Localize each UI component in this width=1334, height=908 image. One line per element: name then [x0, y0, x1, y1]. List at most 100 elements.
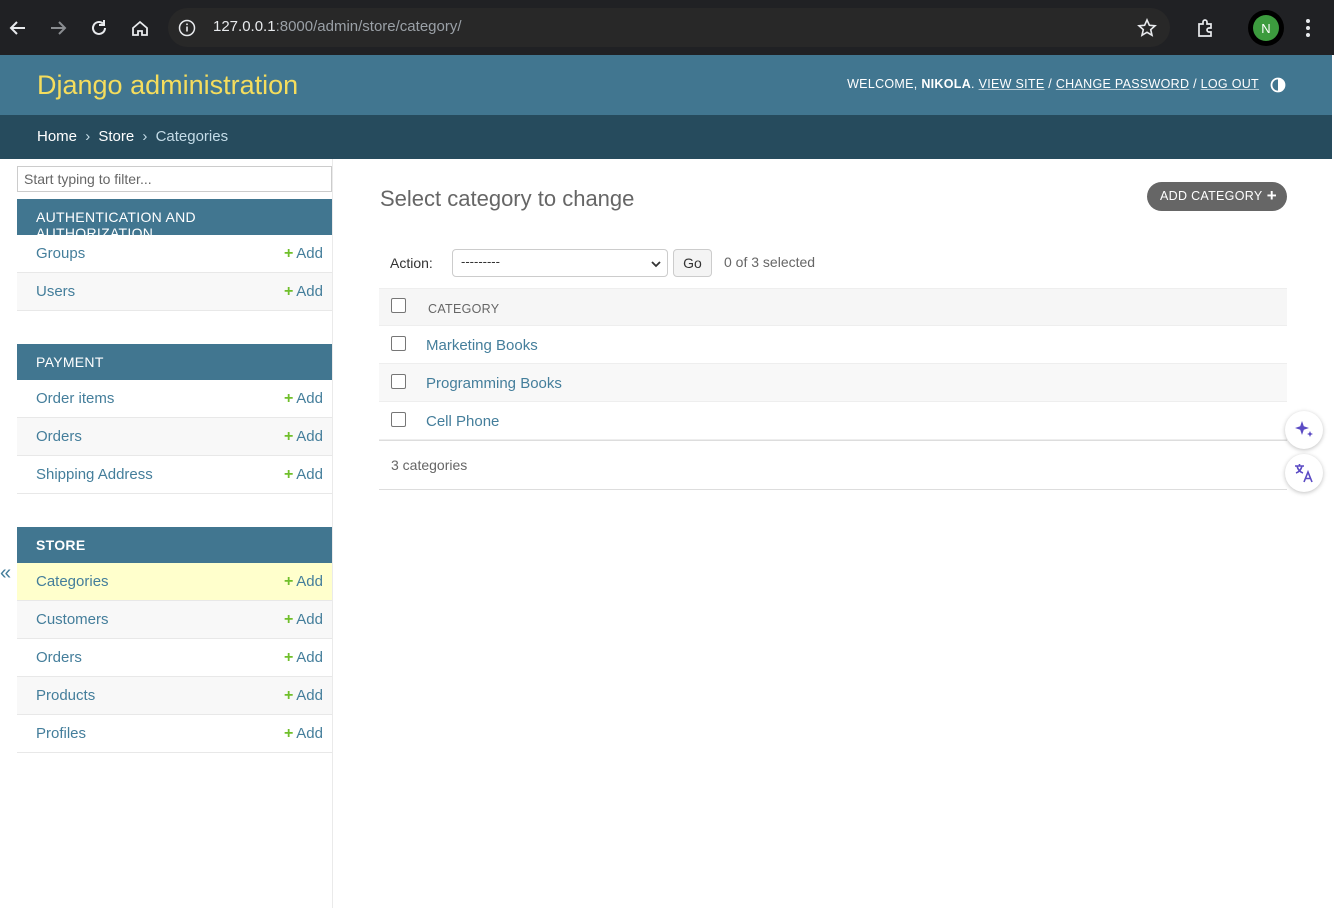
home-icon[interactable] — [124, 12, 156, 44]
row-checkbox[interactable] — [391, 412, 406, 427]
selected-count: 0 of 3 selected — [724, 254, 816, 270]
add-label: Add — [296, 573, 323, 590]
add-label: Add — [296, 649, 323, 666]
translate-icon[interactable] — [1285, 454, 1323, 492]
breadcrumb-separator: › — [142, 128, 148, 145]
sidebar-item-label[interactable]: Groups — [36, 245, 85, 262]
actions-bar: Action: --------- Go 0 of 3 selected — [379, 244, 1287, 288]
sidebar-item-groups: Groups + Add — [17, 235, 332, 273]
username: NIKOLA — [921, 77, 972, 91]
action-selected-value: --------- — [461, 254, 500, 269]
module-caption-auth[interactable]: AUTHENTICATION AND AUTHORIZATION — [17, 199, 332, 241]
sidebar-item-label[interactable]: Orders — [36, 428, 82, 445]
module-caption-payment[interactable]: PAYMENT — [17, 344, 332, 380]
sidebar-item-label[interactable]: Customers — [36, 611, 109, 628]
reload-icon[interactable] — [83, 12, 115, 44]
forward-icon[interactable] — [42, 12, 74, 44]
sidebar-item-label[interactable]: Order items — [36, 390, 114, 407]
add-label: Add — [296, 283, 323, 300]
table-row: Marketing Books — [379, 326, 1287, 364]
browser-toolbar: 127.0.0.1:8000/admin/store/category/ N — [0, 0, 1334, 55]
sidebar-item-products: Products + Add — [17, 677, 332, 715]
add-plus-icon: + — [283, 611, 294, 628]
sidebar-item-profiles: Profiles + Add — [17, 715, 332, 753]
sidebar-item-users: Users + Add — [17, 273, 332, 311]
add-customers-link[interactable]: + Add — [284, 611, 323, 629]
menu-kebab-icon[interactable] — [1294, 12, 1322, 44]
add-category-label: ADD CATEGORY — [1160, 189, 1263, 203]
extensions-icon[interactable] — [1190, 12, 1222, 44]
sidebar-item-label[interactable]: Shipping Address — [36, 466, 153, 483]
plus-icon: + — [1266, 186, 1277, 205]
admin-header: Django administration WELCOME, NIKOLA. V… — [0, 55, 1332, 115]
add-label: Add — [296, 466, 323, 483]
table-header: CATEGORY — [379, 288, 1287, 326]
sidebar-collapse-toggle[interactable]: « — [0, 562, 11, 585]
row-link[interactable]: Marketing Books — [426, 337, 538, 354]
sidebar-filter-input[interactable] — [17, 166, 332, 192]
add-order-items-link[interactable]: + Add — [284, 390, 323, 408]
result-count: 3 categories — [391, 457, 468, 473]
site-info-icon[interactable] — [176, 17, 198, 39]
add-groups-link[interactable]: + Add — [284, 245, 323, 263]
add-plus-icon: + — [283, 245, 294, 262]
view-site-link[interactable]: VIEW SITE — [979, 77, 1045, 91]
add-users-link[interactable]: + Add — [284, 283, 323, 301]
sidebar-item-label[interactable]: Orders — [36, 649, 82, 666]
sidebar-item-label[interactable]: Products — [36, 687, 95, 704]
row-link[interactable]: Cell Phone — [426, 413, 499, 430]
separator: / — [1048, 77, 1053, 91]
module-caption-store[interactable]: STORE — [17, 527, 332, 563]
profile-button[interactable]: N — [1248, 10, 1284, 46]
add-plus-icon: + — [283, 687, 294, 704]
address-bar[interactable]: 127.0.0.1:8000/admin/store/category/ — [168, 8, 1170, 47]
add-plus-icon: + — [283, 283, 294, 300]
row-link[interactable]: Programming Books — [426, 375, 562, 392]
go-button[interactable]: Go — [673, 249, 712, 277]
add-shipping-address-link[interactable]: + Add — [284, 466, 323, 484]
table-row: Programming Books — [379, 364, 1287, 402]
add-label: Add — [296, 611, 323, 628]
action-select[interactable]: --------- — [452, 249, 668, 277]
add-label: Add — [296, 428, 323, 445]
breadcrumb-home[interactable]: Home — [37, 128, 77, 145]
bookmark-star-icon[interactable] — [1134, 15, 1160, 41]
url-path: :8000/admin/store/category/ — [275, 18, 462, 35]
add-store-orders-link[interactable]: + Add — [284, 649, 323, 667]
add-plus-icon: + — [283, 725, 294, 742]
action-label: Action: — [390, 255, 433, 271]
row-checkbox[interactable] — [391, 374, 406, 389]
module-payment: PAYMENT Order items + Add Orders + Add Shi… — [17, 344, 332, 494]
sparkle-ai-icon[interactable] — [1285, 411, 1323, 449]
breadcrumb: Home › Store › Categories — [0, 115, 1332, 159]
sidebar-item-label[interactable]: Categories — [36, 573, 109, 590]
add-plus-icon: + — [283, 466, 294, 483]
welcome-text: WELCOME, — [847, 77, 918, 91]
sidebar-item-label[interactable]: Users — [36, 283, 75, 300]
row-checkbox[interactable] — [391, 336, 406, 351]
add-categories-link[interactable]: + Add — [284, 573, 323, 591]
select-all-checkbox[interactable] — [391, 298, 406, 313]
site-name[interactable]: Django administration — [37, 70, 298, 101]
add-category-button[interactable]: ADD CATEGORY + — [1147, 182, 1287, 211]
add-profiles-link[interactable]: + Add — [284, 725, 323, 743]
back-icon[interactable] — [2, 12, 34, 44]
module-auth: AUTHENTICATION AND AUTHORIZATION Groups … — [17, 199, 332, 311]
avatar: N — [1253, 15, 1279, 41]
sidebar-item-label[interactable]: Profiles — [36, 725, 86, 742]
add-plus-icon: + — [283, 649, 294, 666]
breadcrumb-store[interactable]: Store — [98, 128, 134, 145]
paginator: 3 categories — [379, 440, 1287, 490]
log-out-link[interactable]: LOG OUT — [1201, 77, 1259, 91]
result-list: CATEGORY Marketing Books Programming Boo… — [379, 288, 1287, 440]
url-host: 127.0.0.1 — [213, 18, 276, 35]
add-products-link[interactable]: + Add — [284, 687, 323, 705]
add-label: Add — [296, 245, 323, 262]
url-text[interactable]: 127.0.0.1:8000/admin/store/category/ — [213, 18, 462, 35]
theme-toggle-icon[interactable] — [1270, 77, 1286, 93]
column-header-category[interactable]: CATEGORY — [428, 302, 499, 316]
nav-sidebar: AUTHENTICATION AND AUTHORIZATION Groups … — [16, 159, 333, 908]
add-orders-link[interactable]: + Add — [284, 428, 323, 446]
change-password-link[interactable]: CHANGE PASSWORD — [1056, 77, 1189, 91]
module-store: STORE Categories + Add Customers + Add Ord… — [17, 527, 332, 753]
